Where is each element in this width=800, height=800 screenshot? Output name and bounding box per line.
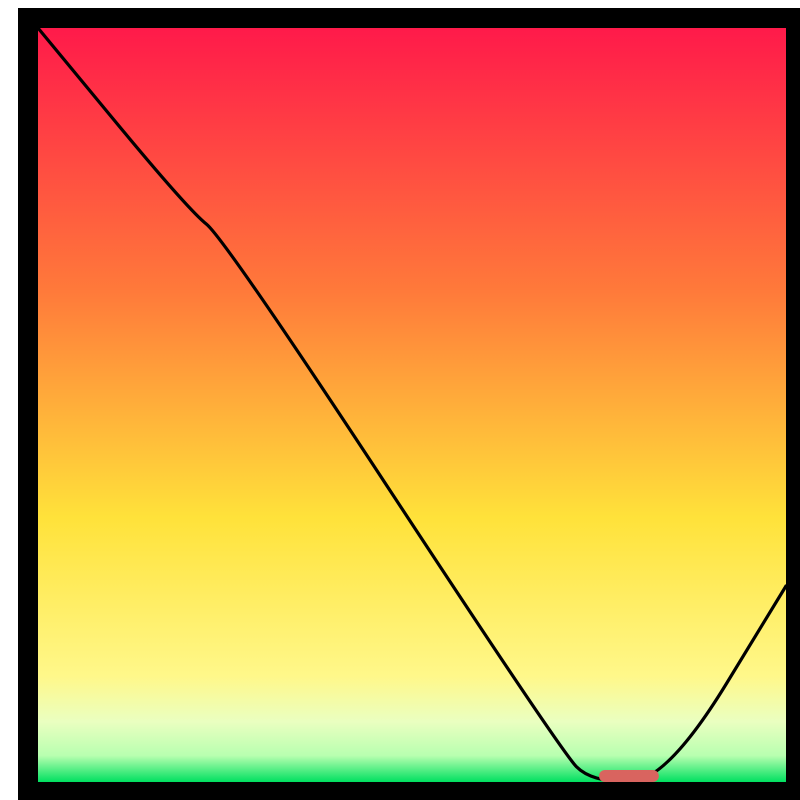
gradient-background xyxy=(38,28,786,782)
chart-container: TheBottleneck.com xyxy=(0,0,800,800)
optimum-marker xyxy=(599,770,659,782)
plot-area xyxy=(28,18,796,792)
bottleneck-chart xyxy=(0,0,800,800)
